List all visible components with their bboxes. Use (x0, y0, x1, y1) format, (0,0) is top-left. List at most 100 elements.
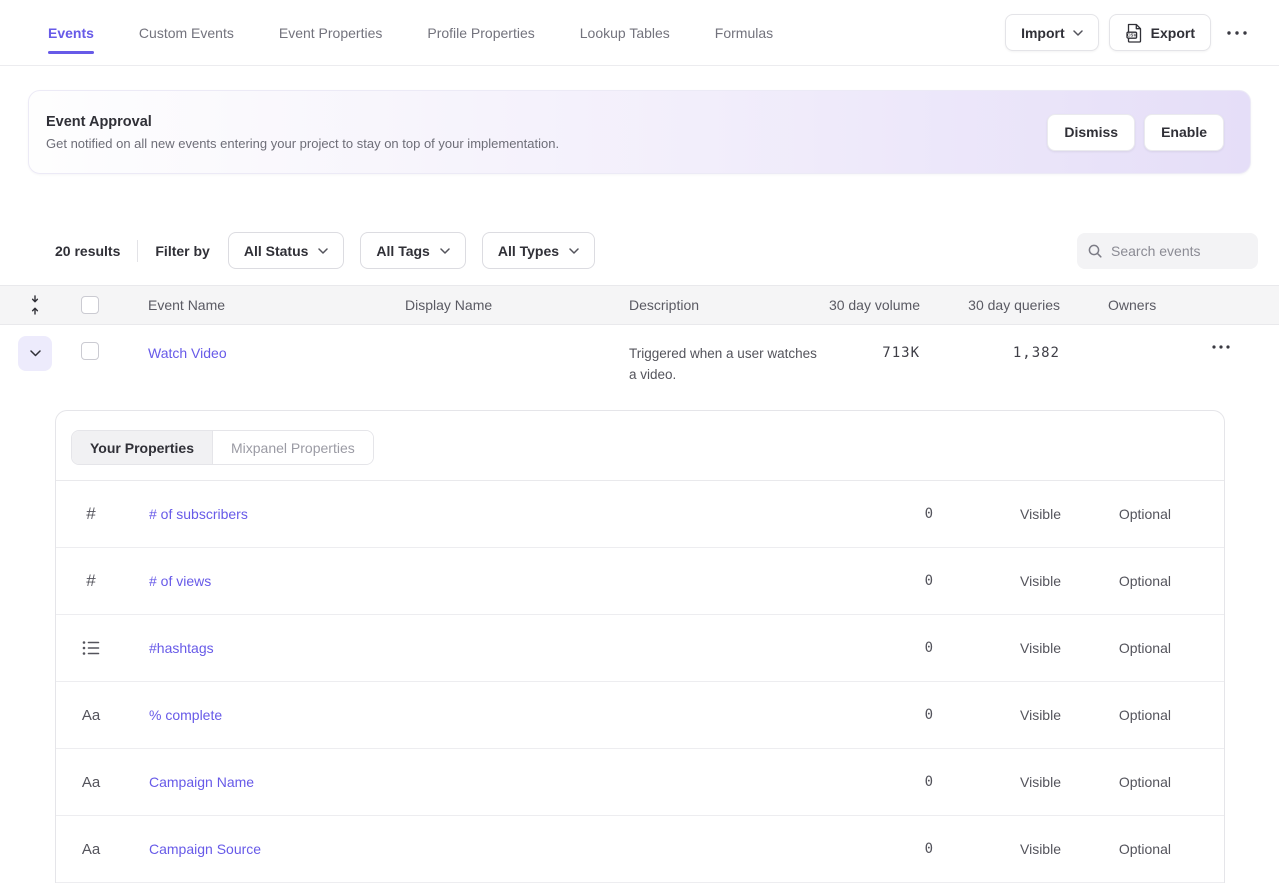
nav-tabs: Events Custom Events Event Properties Pr… (48, 0, 773, 65)
types-filter-label: All Types (498, 243, 559, 259)
property-requirement: Optional (1061, 707, 1171, 723)
property-row: # # of views 0 Visible Optional (56, 548, 1224, 615)
filter-toolbar: 20 results Filter by All Status All Tags… (0, 232, 1279, 269)
tab-event-properties[interactable]: Event Properties (279, 0, 383, 65)
properties-panel: Your Properties Mixpanel Properties # # … (55, 410, 1225, 883)
property-visibility: Visible (934, 573, 1061, 589)
tab-custom-events[interactable]: Custom Events (139, 0, 234, 65)
properties-tabs: Your Properties Mixpanel Properties (56, 411, 1224, 481)
number-type-icon: # (86, 571, 95, 591)
column-header-description[interactable]: Description (629, 297, 820, 313)
event-description: Triggered when a user watches a video. (629, 343, 820, 385)
property-value: 0 (819, 640, 934, 656)
search-input[interactable] (1111, 243, 1248, 259)
list-type-icon (82, 640, 100, 656)
column-header-30-day-volume[interactable]: 30 day volume (820, 297, 920, 313)
property-value: 0 (819, 707, 934, 723)
text-type-icon: Aa (82, 841, 100, 858)
column-header-event-name[interactable]: Event Name (148, 297, 405, 313)
tab-mixpanel-properties[interactable]: Mixpanel Properties (212, 431, 373, 464)
row-more-options-button[interactable] (1206, 345, 1236, 349)
chevron-down-icon (30, 350, 41, 357)
chevron-down-icon (569, 248, 579, 254)
import-label: Import (1021, 25, 1065, 41)
property-visibility: Visible (934, 707, 1061, 723)
dismiss-button[interactable]: Dismiss (1047, 114, 1135, 151)
column-header-owners[interactable]: Owners (1108, 297, 1218, 313)
property-requirement: Optional (1061, 506, 1171, 522)
table-row-watch-video: Watch Video Triggered when a user watche… (0, 325, 1279, 410)
select-all-checkbox[interactable] (81, 296, 99, 314)
property-row: Aa % complete 0 Visible Optional (56, 682, 1224, 749)
ellipsis-icon (1227, 31, 1247, 35)
column-header-display-name[interactable]: Display Name (405, 297, 629, 313)
nav-actions: Import CSV Export (1005, 14, 1253, 51)
event-approval-banner: Event Approval Get notified on all new e… (28, 90, 1251, 174)
property-name-link[interactable]: Campaign Source (149, 841, 819, 857)
chevron-down-icon (318, 248, 328, 254)
tab-lookup-tables[interactable]: Lookup Tables (580, 0, 670, 65)
property-requirement: Optional (1061, 774, 1171, 790)
property-visibility: Visible (934, 841, 1061, 857)
event-30-day-queries: 1,382 (920, 345, 1060, 361)
column-header-30-day-queries[interactable]: 30 day queries (920, 297, 1060, 313)
filter-by-label: Filter by (155, 243, 209, 259)
event-name-link[interactable]: Watch Video (148, 345, 227, 361)
status-filter-dropdown[interactable]: All Status (228, 232, 345, 269)
property-row: Aa Campaign Name 0 Visible Optional (56, 749, 1224, 816)
property-visibility: Visible (934, 640, 1061, 656)
property-name-link[interactable]: % complete (149, 707, 819, 723)
banner-actions: Dismiss Enable (1047, 114, 1224, 151)
properties-segmented-control: Your Properties Mixpanel Properties (71, 430, 374, 465)
banner-text: Event Approval Get notified on all new e… (46, 114, 1047, 151)
types-filter-dropdown[interactable]: All Types (482, 232, 595, 269)
export-label: Export (1151, 25, 1195, 41)
row-checkbox[interactable] (81, 342, 99, 360)
banner-title: Event Approval (46, 114, 1047, 130)
more-options-button[interactable] (1221, 31, 1253, 35)
svg-text:CSV: CSV (1127, 32, 1137, 37)
property-row: Aa Campaign Source 0 Visible Optional (56, 816, 1224, 883)
export-button[interactable]: CSV Export (1109, 14, 1211, 51)
property-name-link[interactable]: Campaign Name (149, 774, 819, 790)
property-row: #hashtags 0 Visible Optional (56, 615, 1224, 682)
divider (137, 240, 138, 262)
results-count: 20 results (55, 243, 120, 259)
csv-file-icon: CSV (1125, 23, 1143, 43)
events-table-header: Event Name Display Name Description 30 d… (0, 285, 1279, 325)
enable-button[interactable]: Enable (1144, 114, 1224, 151)
property-value: 0 (819, 573, 934, 589)
search-box (1077, 233, 1258, 269)
top-nav: Events Custom Events Event Properties Pr… (0, 0, 1279, 66)
property-name-link[interactable]: # of subscribers (149, 506, 819, 522)
tab-events[interactable]: Events (48, 0, 94, 65)
tab-formulas[interactable]: Formulas (715, 0, 773, 65)
property-visibility: Visible (934, 774, 1061, 790)
chevron-down-icon (1073, 30, 1083, 36)
property-visibility: Visible (934, 506, 1061, 522)
property-value: 0 (819, 506, 934, 522)
property-requirement: Optional (1061, 640, 1171, 656)
property-requirement: Optional (1061, 841, 1171, 857)
collapse-all-icon[interactable] (18, 294, 52, 316)
tab-your-properties[interactable]: Your Properties (72, 431, 212, 464)
property-row: # # of subscribers 0 Visible Optional (56, 481, 1224, 548)
ellipsis-icon (1212, 345, 1230, 349)
search-icon (1087, 243, 1103, 259)
banner-description: Get notified on all new events entering … (46, 136, 1047, 151)
property-name-link[interactable]: # of views (149, 573, 819, 589)
status-filter-label: All Status (244, 243, 309, 259)
number-type-icon: # (86, 504, 95, 524)
property-value: 0 (819, 774, 934, 790)
tags-filter-label: All Tags (376, 243, 429, 259)
chevron-down-icon (440, 248, 450, 254)
property-name-link[interactable]: #hashtags (149, 640, 819, 656)
property-requirement: Optional (1061, 573, 1171, 589)
tab-profile-properties[interactable]: Profile Properties (427, 0, 534, 65)
collapse-row-button[interactable] (18, 336, 52, 371)
text-type-icon: Aa (82, 707, 100, 724)
tags-filter-dropdown[interactable]: All Tags (360, 232, 465, 269)
event-30-day-volume: 713K (820, 345, 920, 361)
text-type-icon: Aa (82, 774, 100, 791)
import-button[interactable]: Import (1005, 14, 1099, 51)
